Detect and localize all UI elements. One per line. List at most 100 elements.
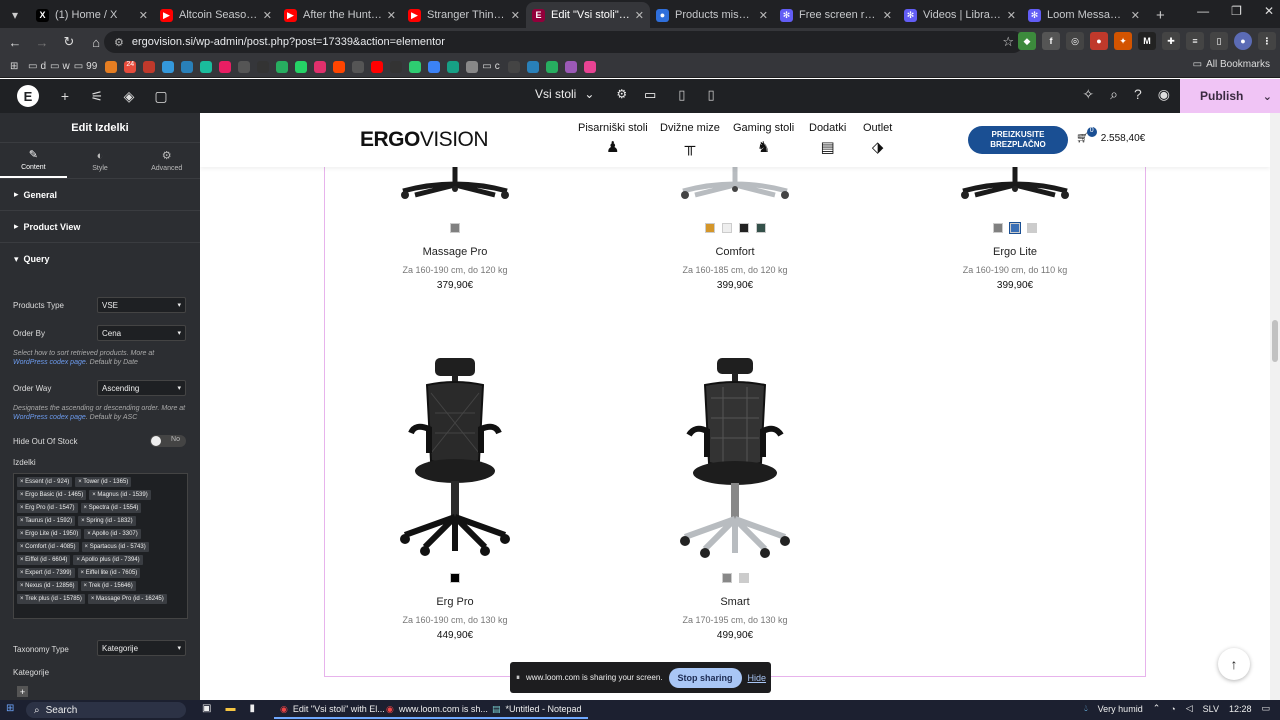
address-bar[interactable]: ⚙ ergovision.si/wp-admin/post.php?post=1… (104, 31, 1024, 53)
product-card[interactable]: Erg Pro Za 160-190 cm, do 130 kg 449,90€ (355, 573, 555, 641)
browser-tab[interactable]: ●Products missing fro✕ (650, 2, 774, 28)
ergovision-logo[interactable]: ERGOVISION (360, 128, 489, 152)
bookmark-site-icon[interactable] (219, 60, 232, 73)
tray-overflow-icon[interactable]: ⌃ (1153, 703, 1161, 714)
browser-tab[interactable]: ▶Altcoin Season → IT S✕ (154, 2, 278, 28)
browser-tab[interactable]: ✻ Loom Message - ✕ (1022, 2, 1146, 28)
hide-out-of-stock-toggle[interactable]: No (150, 435, 186, 447)
notes-icon[interactable]: ▢ (145, 88, 177, 105)
color-swatch[interactable] (738, 573, 749, 583)
browser-tab[interactable]: ▶After the Hunt Trailer✕ (278, 2, 402, 28)
bookmark-site-icon[interactable] (564, 60, 577, 73)
close-window-icon[interactable]: ✕ (1264, 4, 1274, 18)
bookmark-folder[interactable]: ▭ w (50, 59, 70, 75)
structure-icon[interactable]: ◈ (113, 88, 145, 105)
bookmark-site-icon[interactable] (390, 60, 403, 73)
help-icon[interactable]: ? (1134, 86, 1142, 103)
selected-product-tag[interactable]: × Expert (id - 7399) (17, 568, 75, 578)
selected-product-tag[interactable]: × Spring (id - 1832) (78, 516, 136, 526)
all-bookmarks[interactable]: ▭ All Bookmarks (1193, 59, 1270, 70)
close-tab-icon[interactable]: ✕ (511, 9, 520, 22)
bookmark-star-icon[interactable]: ☆ (1002, 34, 1014, 50)
izdelki-select[interactable]: × Essent (id - 924) × Tower (id - 1365) × … (13, 473, 188, 619)
apps-grid-icon[interactable]: ⊞ (10, 59, 24, 75)
color-swatch[interactable] (721, 573, 732, 583)
bookmark-site-icon[interactable] (181, 60, 194, 73)
bookmark-site-icon[interactable] (526, 60, 539, 73)
product-name[interactable]: Ergo Lite (915, 246, 1115, 258)
chevron-down-icon[interactable]: ⌄ (1263, 90, 1272, 103)
selected-product-tag[interactable]: × Erg Pro (id - 1547) (17, 503, 78, 513)
taskbar-app-chrome[interactable]: ◉ Edit "Vsi stoli" with El... (274, 701, 391, 719)
puzzle-icon[interactable]: ✚ (1162, 32, 1180, 50)
selected-product-tag[interactable]: × Trek plus (id - 15785) (17, 594, 85, 604)
add-element-icon[interactable]: + (49, 88, 81, 104)
site-info-icon[interactable]: ⚙ (114, 36, 124, 49)
bookmark-site-icon[interactable]: 24 (124, 60, 137, 73)
codex-link[interactable]: WordPress codex page (13, 414, 86, 421)
tab-search-icon[interactable]: ▾ (0, 2, 30, 28)
minimize-icon[interactable]: — (1197, 4, 1209, 18)
bookmark-folder[interactable]: ▭ 99 (74, 59, 98, 75)
reading-list-icon[interactable]: ≡ (1186, 32, 1204, 50)
close-tab-icon[interactable]: ✕ (635, 9, 644, 22)
product-name[interactable]: Comfort (635, 246, 835, 258)
try-free-button[interactable]: PREIZKUSITE BREZPLAČNO (968, 126, 1068, 154)
publish-button[interactable]: Publish ⌄ (1180, 79, 1280, 113)
bookmark-site-icon[interactable] (352, 60, 365, 73)
selected-product-tag[interactable]: × Spectra (id - 1554) (80, 503, 142, 513)
selected-product-tag[interactable]: × Ergo Basic (id - 1465) (17, 490, 87, 500)
taskbar-app-loom[interactable]: ◉ www.loom.com is sh... (380, 701, 494, 719)
extension-icon[interactable]: ◆ (1018, 32, 1036, 50)
browser-tab[interactable]: EEdit "Vsi stoli" with El✕ (526, 2, 650, 28)
windows-start-icon[interactable]: ⊞ (6, 703, 14, 714)
selected-product-tag[interactable]: × Massage Pro (id - 16245) (87, 594, 167, 604)
tab-content[interactable]: ✎ Content (0, 143, 67, 178)
color-swatch[interactable] (1009, 222, 1021, 234)
taxonomy-type-select[interactable]: Kategorije ▾ (97, 640, 186, 656)
selected-product-tag[interactable]: × Ergo Lite (id - 1950) (17, 529, 82, 539)
close-tab-icon[interactable]: ✕ (263, 9, 272, 22)
order-by-select[interactable]: Cena ▾ (97, 325, 186, 341)
close-tab-icon[interactable]: ✕ (1007, 9, 1016, 22)
product-name[interactable]: Massage Pro (355, 246, 555, 258)
new-tab-button[interactable]: + (1146, 2, 1175, 28)
bookmark-site-icon[interactable] (295, 60, 308, 73)
color-swatch[interactable] (704, 223, 715, 233)
page-scrollbar[interactable] (1270, 113, 1280, 700)
add-category-button[interactable]: + (17, 686, 28, 697)
bookmark-site-icon[interactable] (545, 60, 558, 73)
task-view-icon[interactable]: ▣ (202, 703, 211, 714)
clock[interactable]: 12:28 (1229, 704, 1252, 714)
bookmark-folder[interactable]: ▭ d (28, 59, 46, 75)
color-swatch[interactable] (450, 223, 460, 233)
preview-eye-icon[interactable]: ◉ (1158, 86, 1170, 103)
menu-gaming-stoli[interactable]: Gaming stoli ♞ (733, 122, 794, 156)
product-name[interactable]: Erg Pro (355, 596, 555, 608)
menu-pisarniski-stoli[interactable]: Pisarniški stoli ♟ (578, 122, 648, 156)
menu-dodatki[interactable]: Dodatki ▤ (809, 122, 846, 156)
selected-product-tag[interactable]: × Eiffel lite (id - 7605) (77, 568, 141, 578)
bookmark-site-icon[interactable] (428, 60, 441, 73)
bookmark-site-icon[interactable] (200, 60, 213, 73)
drag-handle-icon[interactable]: ⏸ (516, 673, 520, 683)
bookmark-site-icon[interactable] (238, 60, 251, 73)
close-tab-icon[interactable]: ✕ (387, 9, 396, 22)
color-swatch[interactable] (1027, 223, 1037, 233)
bookmark-site-icon[interactable] (409, 60, 422, 73)
browser-menu-icon[interactable]: ⋮ (1258, 32, 1276, 50)
scrollbar-thumb[interactable] (1272, 320, 1278, 362)
site-settings-icon[interactable]: ⚟ (81, 88, 113, 105)
tab-advanced[interactable]: ⚙ Advanced (133, 143, 200, 178)
page-selector[interactable]: Vsi stoli ⌄ ⚙ (535, 87, 627, 101)
bookmark-site-icon[interactable] (447, 60, 460, 73)
close-tab-icon[interactable]: ✕ (139, 9, 148, 22)
sidebar-icon[interactable]: ▯ (1210, 32, 1228, 50)
selected-product-tag[interactable]: × Taurus (id - 1592) (17, 516, 76, 526)
section-query[interactable]: ▾ Query (0, 243, 200, 275)
tablet-view-icon[interactable]: ▯ (678, 87, 685, 103)
order-way-select[interactable]: Ascending ▾ (97, 380, 186, 396)
bookmark-site-icon[interactable] (276, 60, 289, 73)
reload-icon[interactable]: ↻ (57, 30, 81, 54)
selected-product-tag[interactable]: × Eiffel (id - 6604) (17, 555, 71, 565)
